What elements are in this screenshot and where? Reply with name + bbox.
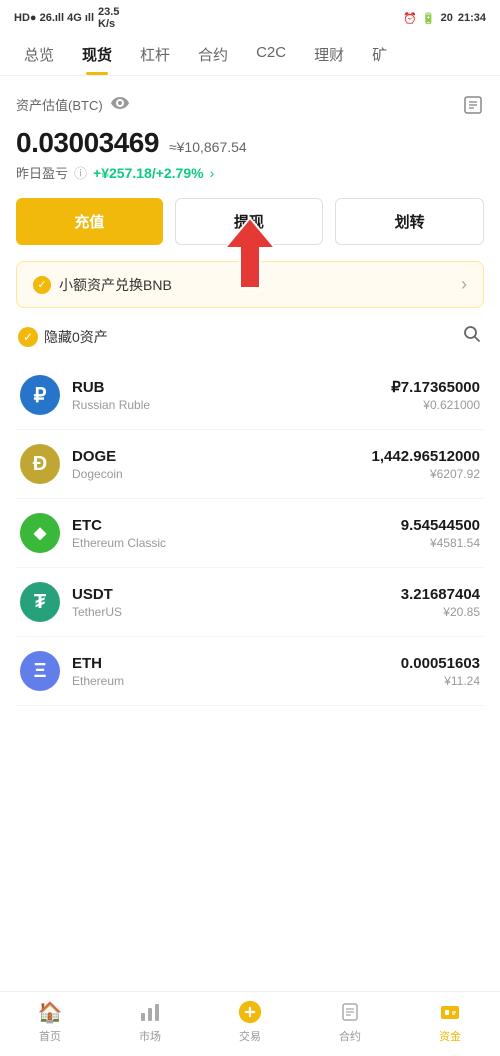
etc-cny: ¥4581.54 bbox=[401, 536, 480, 550]
rub-fullname: Russian Ruble bbox=[72, 398, 379, 412]
doge-values: 1,442.96512000 ¥6207.92 bbox=[372, 448, 480, 481]
usdt-coin-info: USDT TetherUS bbox=[72, 586, 389, 619]
tab-mining[interactable]: 矿 bbox=[358, 34, 401, 75]
doge-fullname: Dogecoin bbox=[72, 467, 360, 481]
asset-label: 资产估值(BTC) bbox=[16, 95, 129, 114]
profit-row: 昨日盈亏 ⓘ +¥257.18/+2.79% › bbox=[16, 163, 484, 182]
asset-item-usdt[interactable]: ₮ USDT TetherUS 3.21687404 ¥20.85 bbox=[16, 568, 484, 637]
status-battery-level: 20 bbox=[441, 12, 453, 24]
nav-trade-label: 交易 bbox=[239, 1028, 261, 1044]
doge-coin-icon: Ð bbox=[20, 444, 60, 484]
report-icon[interactable] bbox=[462, 94, 484, 121]
usdt-values: 3.21687404 ¥20.85 bbox=[401, 586, 480, 619]
main-content: 资产估值(BTC) 0.03003469 ≈¥10,867.54 昨日盈亏 ⓘ … bbox=[0, 76, 500, 786]
bnb-check-icon: ✓ bbox=[33, 276, 51, 294]
asset-item-rub[interactable]: ₽ RUB Russian Ruble ₽7.17365000 ¥0.62100… bbox=[16, 361, 484, 430]
rub-symbol: RUB bbox=[72, 379, 379, 396]
nav-funds-label: 资金 bbox=[439, 1028, 461, 1044]
doge-symbol: DOGE bbox=[72, 448, 360, 465]
asset-cny-value: ≈¥10,867.54 bbox=[169, 139, 247, 155]
usdt-amount: 3.21687404 bbox=[401, 586, 480, 603]
etc-fullname: Ethereum Classic bbox=[72, 536, 389, 550]
asset-item-doge[interactable]: Ð DOGE Dogecoin 1,442.96512000 ¥6207.92 bbox=[16, 430, 484, 499]
recharge-button[interactable]: 充值 bbox=[16, 198, 163, 245]
bnb-banner-left: ✓ 小额资产兑换BNB bbox=[33, 275, 172, 295]
usdt-cny: ¥20.85 bbox=[401, 605, 480, 619]
bottom-nav: 🏠 首页 市场 交易 合 bbox=[0, 991, 500, 1056]
doge-amount: 1,442.96512000 bbox=[372, 448, 480, 465]
trade-icon bbox=[238, 1000, 262, 1024]
filter-row: ✓ 隐藏0资产 bbox=[16, 324, 484, 349]
status-speed: 23.5K/s bbox=[98, 6, 119, 30]
filter-label: 隐藏0资产 bbox=[44, 327, 108, 347]
asset-list: ₽ RUB Russian Ruble ₽7.17365000 ¥0.62100… bbox=[16, 361, 484, 706]
eth-cny: ¥11.24 bbox=[401, 674, 480, 688]
status-bar: HD● 26.ıll 4G ıll 23.5K/s ⏰ 🔋 20 21:34 bbox=[0, 0, 500, 34]
info-icon: ⓘ bbox=[74, 163, 87, 182]
eth-values: 0.00051603 ¥11.24 bbox=[401, 655, 480, 688]
eye-icon[interactable] bbox=[111, 97, 129, 112]
bnb-banner-text: 小额资产兑换BNB bbox=[59, 275, 172, 295]
tab-leverage[interactable]: 杠杆 bbox=[126, 34, 184, 75]
usdt-fullname: TetherUS bbox=[72, 605, 389, 619]
doge-coin-info: DOGE Dogecoin bbox=[72, 448, 360, 481]
etc-coin-info: ETC Ethereum Classic bbox=[72, 517, 389, 550]
profit-label: 昨日盈亏 bbox=[16, 163, 68, 182]
tab-overview[interactable]: 总览 bbox=[10, 34, 68, 75]
status-signal: HD● 26.ıll 4G ıll bbox=[14, 12, 94, 24]
nav-market-label: 市场 bbox=[139, 1028, 161, 1044]
eth-fullname: Ethereum bbox=[72, 674, 389, 688]
eth-coin-info: ETH Ethereum bbox=[72, 655, 389, 688]
nav-contracts-label: 合约 bbox=[339, 1028, 361, 1044]
etc-amount: 9.54544500 bbox=[401, 517, 480, 534]
asset-item-etc[interactable]: ◆ ETC Ethereum Classic 9.54544500 ¥4581.… bbox=[16, 499, 484, 568]
rub-amount: ₽7.17365000 bbox=[391, 378, 480, 396]
nav-home[interactable]: 🏠 首页 bbox=[20, 1000, 80, 1044]
nav-market[interactable]: 市场 bbox=[120, 1000, 180, 1044]
status-right: ⏰ 🔋 20 21:34 bbox=[403, 12, 486, 25]
home-icon: 🏠 bbox=[38, 1000, 62, 1024]
tab-finance[interactable]: 理财 bbox=[300, 34, 358, 75]
rub-coin-icon: ₽ bbox=[20, 375, 60, 415]
etc-symbol: ETC bbox=[72, 517, 389, 534]
asset-btc-value: 0.03003469 bbox=[16, 127, 159, 159]
profit-arrow[interactable]: › bbox=[210, 165, 215, 181]
status-battery-icon: 🔋 bbox=[422, 12, 436, 25]
etc-coin-icon: ◆ bbox=[20, 513, 60, 553]
rub-values: ₽7.17365000 ¥0.621000 bbox=[391, 378, 480, 412]
search-icon[interactable] bbox=[462, 324, 482, 349]
rub-cny: ¥0.621000 bbox=[391, 398, 480, 412]
asset-item-eth[interactable]: Ξ ETH Ethereum 0.00051603 ¥11.24 bbox=[16, 637, 484, 706]
eth-amount: 0.00051603 bbox=[401, 655, 480, 672]
nav-trade[interactable]: 交易 bbox=[220, 1000, 280, 1044]
funds-icon bbox=[438, 1000, 462, 1024]
doge-cny: ¥6207.92 bbox=[372, 467, 480, 481]
contracts-icon bbox=[338, 1000, 362, 1024]
nav-contracts[interactable]: 合约 bbox=[320, 1000, 380, 1044]
usdt-coin-icon: ₮ bbox=[20, 582, 60, 622]
eth-symbol: ETH bbox=[72, 655, 389, 672]
nav-home-label: 首页 bbox=[39, 1028, 61, 1044]
asset-value-row: 0.03003469 ≈¥10,867.54 bbox=[16, 127, 484, 159]
bnb-arrow-icon: › bbox=[461, 274, 467, 295]
filter-left: ✓ 隐藏0资产 bbox=[18, 327, 108, 347]
up-arrow-indicator bbox=[220, 213, 280, 293]
tab-c2c[interactable]: C2C bbox=[242, 34, 300, 75]
tab-futures[interactable]: 合约 bbox=[184, 34, 242, 75]
etc-values: 9.54544500 ¥4581.54 bbox=[401, 517, 480, 550]
asset-label-text: 资产估值(BTC) bbox=[16, 95, 103, 114]
market-icon bbox=[138, 1000, 162, 1024]
eth-coin-icon: Ξ bbox=[20, 651, 60, 691]
status-left: HD● 26.ıll 4G ıll 23.5K/s bbox=[14, 6, 119, 30]
profit-value: +¥257.18/+2.79% bbox=[93, 165, 204, 181]
usdt-symbol: USDT bbox=[72, 586, 389, 603]
rub-coin-info: RUB Russian Ruble bbox=[72, 379, 379, 412]
nav-tabs: 总览 现货 杠杆 合约 C2C 理财 矿 bbox=[0, 34, 500, 76]
transfer-button[interactable]: 划转 bbox=[335, 198, 484, 245]
status-time: 21:34 bbox=[458, 12, 486, 24]
nav-funds[interactable]: 资金 bbox=[420, 1000, 480, 1044]
status-alarm: ⏰ bbox=[403, 12, 417, 25]
tab-spot[interactable]: 现货 bbox=[68, 34, 126, 75]
filter-check-icon[interactable]: ✓ bbox=[18, 327, 38, 347]
